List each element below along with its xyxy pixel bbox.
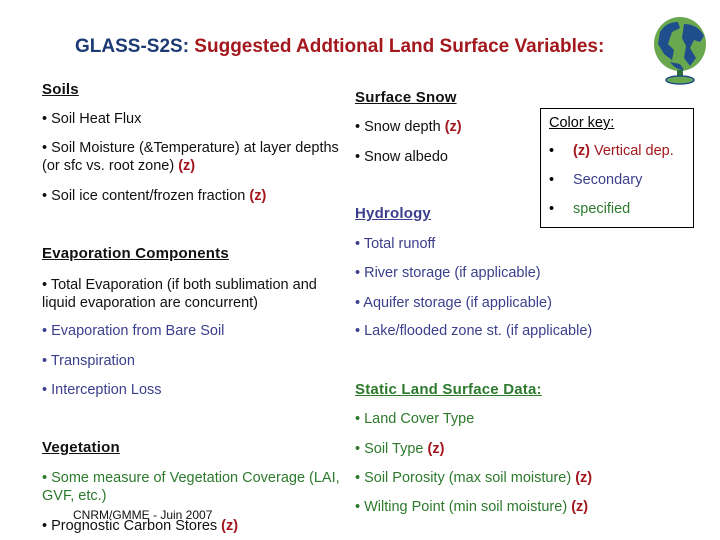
snow-item: • Snow albedo: [355, 149, 448, 165]
color-key-row-vertical: • (z) Vertical dep.: [549, 143, 674, 159]
evaporation-heading: Evaporation Components: [42, 245, 229, 262]
hydrology-item: • Total runoff: [355, 236, 436, 252]
hydrology-item: • River storage (if applicable): [355, 265, 541, 281]
static-item: • Soil Porosity (max soil moisture) (z): [355, 470, 593, 486]
evaporation-item: • Total Evaporation (if both sublimation…: [42, 277, 317, 311]
soils-item: • Soil Moisture (&Temperature) at layer …: [42, 140, 339, 174]
evaporation-item: • Transpiration: [42, 353, 135, 369]
evaporation-item: • Evaporation from Bare Soil: [42, 323, 225, 339]
color-key-row-secondary: • Secondary: [549, 172, 643, 188]
footer-text: CNRM/GMME - Juin 2007: [73, 508, 213, 522]
title-main: Suggested Addtional Land Surface Variabl…: [189, 36, 605, 57]
vegetation-item: • Some measure of Vegetation Coverage (L…: [42, 470, 340, 504]
hydrology-item: • Lake/flooded zone st. (if applicable): [355, 323, 593, 339]
evaporation-item: • Interception Loss: [42, 382, 162, 398]
soils-item: • Soil ice content/frozen fraction (z): [42, 188, 267, 204]
hydrology-item: • Aquifer storage (if applicable): [355, 295, 552, 311]
surface-snow-heading: Surface Snow: [355, 89, 457, 106]
color-key-title: Color key:: [549, 115, 615, 131]
globe-icon: [650, 14, 710, 86]
static-item: • Wilting Point (min soil moisture) (z): [355, 499, 589, 515]
page-title: GLASS-S2S: Suggested Addtional Land Surf…: [75, 36, 604, 58]
snow-item: • Snow depth (z): [355, 119, 462, 135]
soils-item: • Soil Heat Flux: [42, 111, 142, 127]
static-item: • Land Cover Type: [355, 411, 475, 427]
color-key-row-specified: • specified: [549, 201, 631, 217]
color-key-box: Color key: • (z) Vertical dep. • Secondary…: [540, 108, 694, 228]
static-heading: Static Land Surface Data:: [355, 381, 542, 398]
hydrology-heading: Hydrology: [355, 205, 431, 222]
vegetation-heading: Vegetation: [42, 439, 120, 456]
static-item: • Soil Type (z): [355, 441, 445, 457]
soils-heading: Soils: [42, 81, 79, 98]
title-prefix: GLASS-S2S:: [75, 36, 190, 57]
